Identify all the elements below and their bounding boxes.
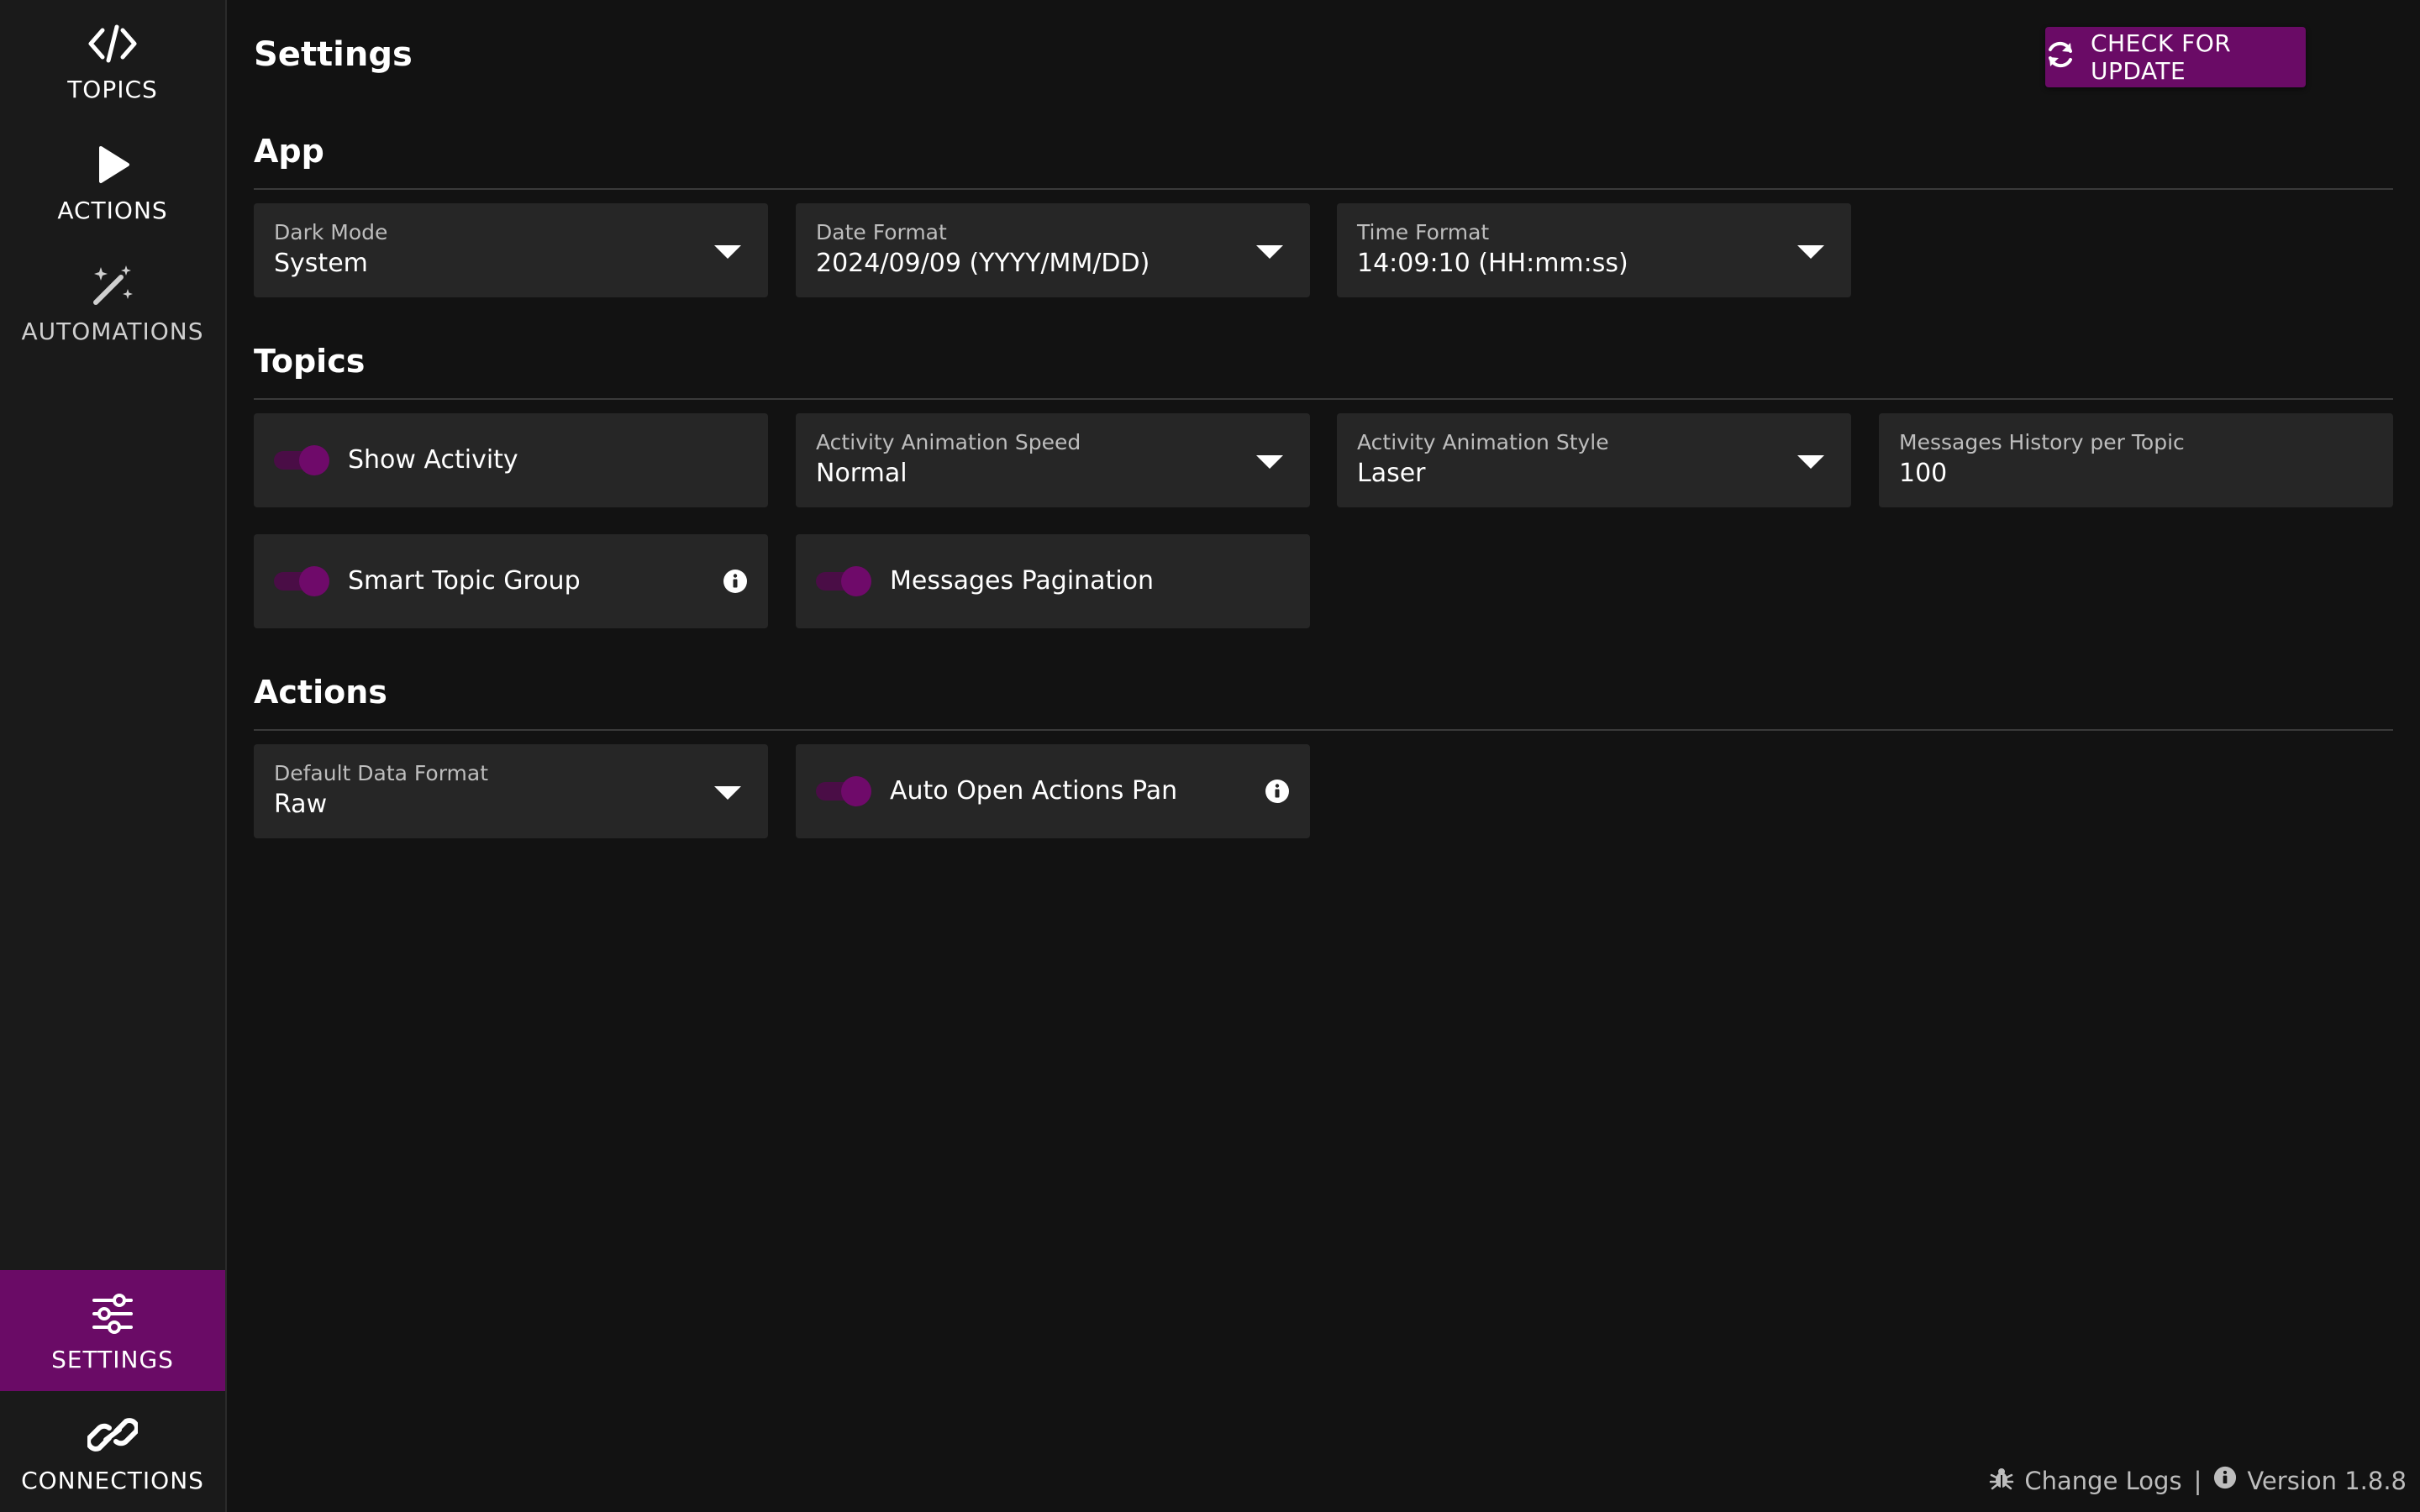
field-value: Laser: [1357, 459, 1426, 488]
smart-topic-group-toggle[interactable]: [274, 566, 331, 596]
chevron-down-icon: [1256, 455, 1283, 469]
change-logs-label: Change Logs: [2024, 1466, 2182, 1495]
bug-icon: [1989, 1465, 2014, 1496]
sidebar-item-label: CONNECTIONS: [21, 1466, 204, 1494]
sliders-icon: [86, 1289, 139, 1339]
link-icon: [86, 1410, 139, 1460]
sidebar-item-automations[interactable]: AUTOMATIONS: [0, 242, 225, 363]
toggle-label: Smart Topic Group: [348, 566, 581, 596]
default-data-format-select[interactable]: Default Data Format Raw: [254, 744, 768, 838]
magic-wand-icon: [86, 260, 139, 311]
page-title: Settings: [254, 35, 413, 74]
info-icon: [2213, 1466, 2237, 1495]
chevron-down-icon: [1797, 245, 1824, 259]
change-logs-link[interactable]: Change Logs: [1989, 1465, 2182, 1496]
show-activity-toggle[interactable]: [274, 445, 331, 475]
section-title-app: App: [254, 133, 324, 170]
field-value: System: [274, 249, 368, 278]
sidebar-item-label: ACTIONS: [57, 196, 168, 224]
info-icon[interactable]: [1265, 779, 1290, 804]
toggle-label: Messages Pagination: [890, 566, 1155, 596]
field-label: Activity Animation Speed: [816, 430, 1081, 454]
chevron-down-icon: [1256, 245, 1283, 259]
toggle-label: Show Activity: [348, 445, 518, 475]
section-title-topics: Topics: [254, 343, 366, 380]
messages-pagination-setting: Messages Pagination: [796, 534, 1310, 628]
section-title-actions: Actions: [254, 674, 387, 711]
auto-open-actions-toggle[interactable]: [816, 776, 873, 806]
field-value: 100: [1899, 459, 1948, 488]
messages-history-field[interactable]: Messages History per Topic 100: [1879, 413, 2393, 507]
chevron-down-icon: [714, 786, 741, 800]
field-label: Dark Mode: [274, 220, 388, 244]
sidebar-item-topics[interactable]: TOPICS: [0, 0, 225, 121]
sidebar-item-settings[interactable]: SETTINGS: [0, 1270, 225, 1391]
code-icon: [86, 18, 139, 69]
version-label: Version 1.8.8: [2247, 1466, 2407, 1495]
field-label: Activity Animation Style: [1357, 430, 1609, 454]
field-value: Raw: [274, 790, 328, 819]
check-for-update-label: CHECK FOR UPDATE: [2091, 29, 2232, 85]
info-icon[interactable]: [723, 569, 748, 594]
auto-open-actions-setting: Auto Open Actions Pan: [796, 744, 1310, 838]
check-for-update-button[interactable]: CHECK FOR UPDATE: [2045, 27, 2306, 87]
field-value: Normal: [816, 459, 908, 488]
footer: Change Logs | Version 1.8.8: [1989, 1465, 2407, 1496]
app-window: TOPICS ACTIONS AUTOMATIONS SETTINGS CONN…: [0, 0, 2420, 1512]
sidebar-item-connections[interactable]: CONNECTIONS: [0, 1391, 225, 1512]
sidebar-item-label: SETTINGS: [51, 1345, 174, 1373]
date-format-select[interactable]: Date Format 2024/09/09 (YYYY/MM/DD): [796, 203, 1310, 297]
messages-pagination-toggle[interactable]: [816, 566, 873, 596]
chevron-down-icon: [714, 245, 741, 259]
sidebar-item-label: AUTOMATIONS: [21, 317, 204, 345]
field-label: Default Data Format: [274, 761, 489, 785]
section-divider: [254, 729, 2393, 731]
footer-separator: |: [2193, 1466, 2202, 1495]
show-activity-setting: Show Activity: [254, 413, 768, 507]
sidebar-item-actions[interactable]: ACTIONS: [0, 121, 225, 242]
play-icon: [86, 139, 139, 190]
animation-speed-select[interactable]: Activity Animation Speed Normal: [796, 413, 1310, 507]
field-value: 14:09:10 (HH:mm:ss): [1357, 249, 1628, 278]
field-value: 2024/09/09 (YYYY/MM/DD): [816, 249, 1150, 278]
time-format-select[interactable]: Time Format 14:09:10 (HH:mm:ss): [1337, 203, 1851, 297]
field-label: Time Format: [1357, 220, 1490, 244]
version-info[interactable]: Version 1.8.8: [2213, 1466, 2407, 1495]
smart-topic-group-setting: Smart Topic Group: [254, 534, 768, 628]
toggle-label: Auto Open Actions Pan: [890, 776, 1178, 806]
sidebar-item-label: TOPICS: [67, 75, 158, 103]
section-divider: [254, 188, 2393, 190]
refresh-icon: [2045, 39, 2075, 76]
sidebar: TOPICS ACTIONS AUTOMATIONS SETTINGS CONN…: [0, 0, 227, 1512]
dark-mode-select[interactable]: Dark Mode System: [254, 203, 768, 297]
chevron-down-icon: [1797, 455, 1824, 469]
animation-style-select[interactable]: Activity Animation Style Laser: [1337, 413, 1851, 507]
field-label: Messages History per Topic: [1899, 430, 2185, 454]
field-label: Date Format: [816, 220, 947, 244]
section-divider: [254, 398, 2393, 400]
